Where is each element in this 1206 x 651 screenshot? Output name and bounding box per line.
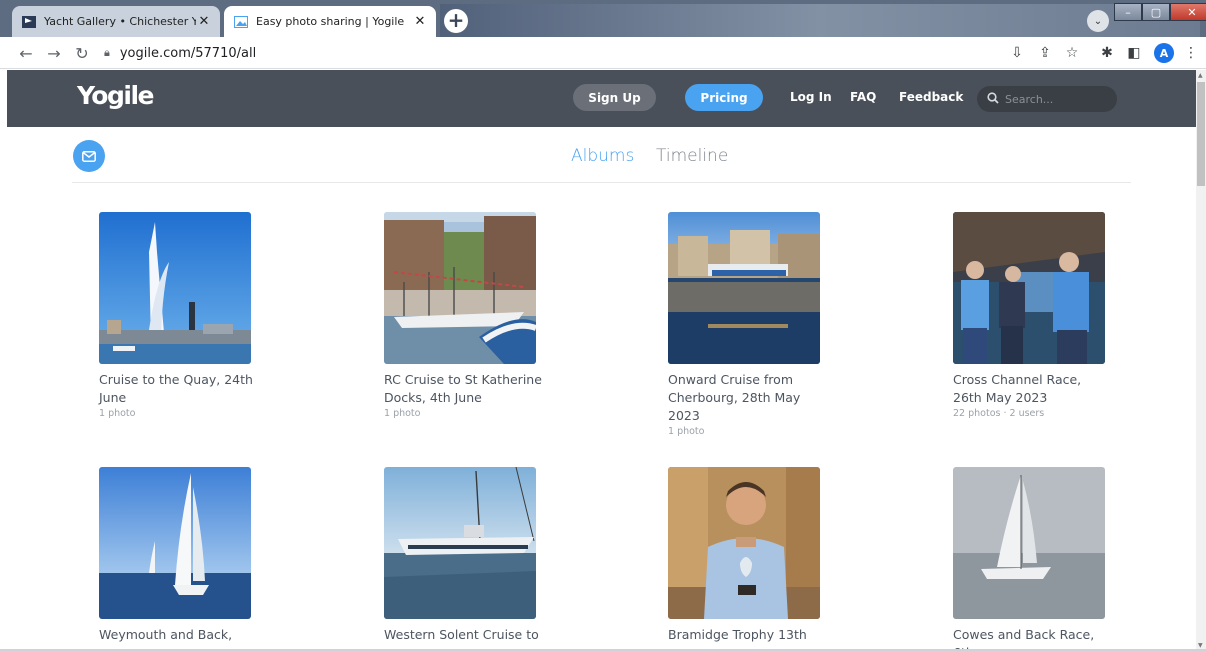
menu-dots-icon[interactable]: ⋮ — [1182, 44, 1200, 62]
album-thumbnail[interactable] — [668, 467, 820, 619]
album-photo-count: 22 photos · 2 users — [953, 408, 1045, 419]
tab-timeline[interactable]: Timeline — [656, 146, 728, 166]
album-card[interactable]: Western Solent Cruise to — [384, 467, 544, 645]
close-icon[interactable]: ✕ — [196, 14, 212, 30]
page-scrollbar[interactable]: ▲ ▼ — [1196, 70, 1206, 651]
share-icon[interactable]: ⇪ — [1036, 44, 1054, 62]
install-app-icon[interactable]: ⇩ — [1008, 44, 1026, 62]
tab-yogile[interactable]: Easy photo sharing | Yogile ✕ — [224, 6, 436, 37]
minimize-button[interactable]: – — [1114, 3, 1142, 21]
album-card[interactable]: Onward Cruise from Cherbourg, 28th May 2… — [668, 212, 828, 437]
profile-avatar[interactable]: A — [1154, 43, 1174, 63]
album-card[interactable]: Cruise to the Quay, 24th June 1 photo — [99, 212, 259, 419]
site-header: Yogile Sign Up Pricing Log In FAQ Feedba… — [7, 70, 1196, 127]
album-card[interactable]: RC Cruise to St Katherine Docks, 4th Jun… — [384, 212, 544, 419]
album-card[interactable]: Weymouth and Back, — [99, 467, 259, 645]
flag-icon — [22, 15, 36, 29]
album-thumbnail[interactable] — [99, 467, 251, 619]
search-input[interactable] — [1005, 92, 1105, 106]
album-thumbnail[interactable] — [953, 212, 1105, 364]
album-photo-count: 1 photo — [668, 426, 705, 437]
site-logo[interactable]: Yogile — [77, 81, 154, 110]
tab-title: Yacht Gallery • Chichester Yacht C — [44, 15, 196, 28]
tab-albums[interactable]: Albums — [571, 146, 634, 166]
album-photo-count: 1 photo — [99, 408, 136, 419]
pricing-button[interactable]: Pricing — [685, 84, 763, 111]
chevron-down-icon[interactable]: ⌄ — [1087, 10, 1109, 32]
extensions-icon[interactable]: ✱ — [1098, 44, 1116, 62]
tab-title: Easy photo sharing | Yogile — [256, 15, 405, 28]
lock-icon: 🔒︎ — [104, 46, 110, 59]
faq-link[interactable]: FAQ — [850, 90, 876, 104]
album-title[interactable]: Bramidge Trophy 13th — [668, 626, 828, 644]
reload-icon[interactable]: ↻ — [72, 43, 92, 63]
search-box[interactable] — [977, 86, 1117, 112]
maximize-button[interactable]: ▢ — [1142, 3, 1170, 21]
side-panel-icon[interactable]: ◧ — [1125, 44, 1143, 62]
envelope-icon — [82, 147, 96, 166]
address-bar[interactable]: 🔒︎ yogile.com/57710/all — [104, 42, 984, 64]
album-title[interactable]: Cross Channel Race, 26th May 2023 — [953, 371, 1113, 407]
scroll-up-icon[interactable]: ▲ — [1198, 72, 1203, 79]
sign-up-button[interactable]: Sign Up — [573, 84, 656, 111]
album-card[interactable]: Bramidge Trophy 13th — [668, 467, 828, 645]
back-arrow-icon[interactable]: ← — [16, 43, 36, 63]
album-photo-count: 1 photo — [384, 408, 421, 419]
album-title[interactable]: Western Solent Cruise to — [384, 626, 544, 644]
album-title[interactable]: Cowes and Back Race, 6th — [953, 626, 1113, 651]
album-title[interactable]: Weymouth and Back, — [99, 626, 259, 644]
album-thumbnail[interactable] — [99, 212, 251, 364]
forward-arrow-icon[interactable]: → — [44, 43, 64, 63]
album-card[interactable]: Cowes and Back Race, 6th — [953, 467, 1113, 651]
album-thumbnail[interactable] — [668, 212, 820, 364]
log-in-link[interactable]: Log In — [790, 90, 832, 104]
url-text: yogile.com/57710/all — [119, 45, 257, 61]
new-tab-button[interactable]: + — [444, 9, 468, 33]
bookmark-star-icon[interactable]: ☆ — [1063, 44, 1081, 62]
close-icon[interactable]: ✕ — [412, 14, 428, 30]
album-thumbnail[interactable] — [953, 467, 1105, 619]
album-thumbnail[interactable] — [384, 212, 536, 364]
album-title[interactable]: RC Cruise to St Katherine Docks, 4th Jun… — [384, 371, 544, 407]
feedback-link[interactable]: Feedback — [899, 90, 963, 104]
scroll-down-icon[interactable]: ▼ — [1198, 642, 1203, 649]
divider — [72, 182, 1131, 183]
album-title[interactable]: Cruise to the Quay, 24th June — [99, 371, 259, 407]
album-thumbnail[interactable] — [384, 467, 536, 619]
window-close-button[interactable]: ✕ — [1170, 3, 1206, 21]
image-icon — [234, 15, 248, 29]
search-icon — [987, 91, 999, 107]
tab-strip: Yacht Gallery • Chichester Yacht C ✕ Eas… — [0, 0, 1206, 37]
album-card[interactable]: Cross Channel Race, 26th May 2023 22 pho… — [953, 212, 1113, 419]
window-controls: – ▢ ✕ — [1114, 3, 1206, 21]
browser-toolbar: ← → ↻ 🔒︎ yogile.com/57710/all ⇩ ⇪ ☆ ✱ ◧ … — [0, 37, 1206, 69]
email-share-button[interactable] — [73, 140, 105, 172]
browser-window: Yacht Gallery • Chichester Yacht C ✕ Eas… — [0, 0, 1206, 651]
scroll-thumb[interactable] — [1197, 82, 1205, 186]
tab-strip-background — [440, 4, 1200, 37]
album-title[interactable]: Onward Cruise from Cherbourg, 28th May 2… — [668, 371, 828, 425]
tab-yacht-gallery[interactable]: Yacht Gallery • Chichester Yacht C ✕ — [12, 6, 220, 37]
